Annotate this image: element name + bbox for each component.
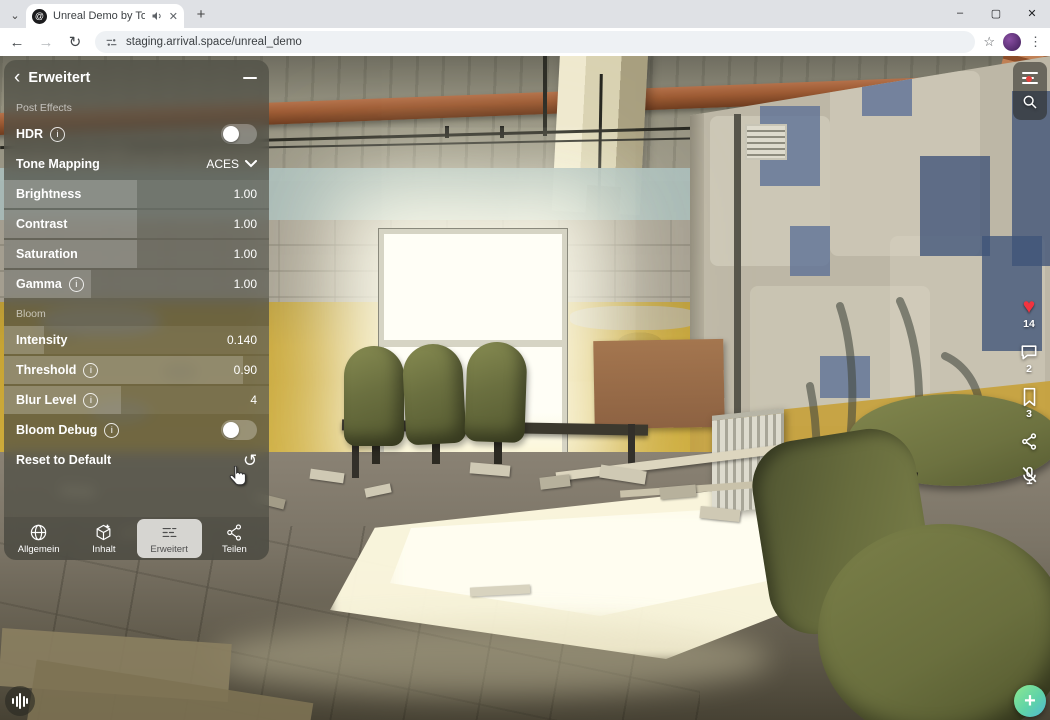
scene-sunlight-spill	[210, 621, 770, 696]
globe-icon	[29, 523, 48, 542]
section-post-effects: Post Effects	[16, 102, 72, 114]
social-rail: ♥ 14 2 3	[1016, 296, 1042, 486]
tone-mapping-select[interactable]: ACES	[206, 157, 257, 171]
share-button[interactable]	[1020, 432, 1039, 451]
row-hdr: HDR i	[4, 120, 269, 148]
tab-search-button[interactable]: ⌄	[6, 6, 24, 24]
panel-tab-bar: Allgemein Inhalt Erweitert Teilen	[4, 517, 269, 560]
scene-hanging-wire	[543, 56, 547, 136]
likes-count: 14	[1023, 318, 1035, 330]
tab-erweitert[interactable]: Erweitert	[136, 519, 202, 558]
window-minimize-button[interactable]: –	[942, 0, 978, 26]
browser-tab-strip: ⌄ @ Unreal Demo by Tom ✕ + – ▢ ✕	[0, 0, 1050, 28]
site-settings-icon[interactable]	[105, 36, 118, 49]
site-favicon: @	[32, 8, 47, 24]
scene-cable-clamp	[500, 126, 504, 138]
bookmarks-count: 3	[1026, 408, 1032, 420]
reload-button[interactable]: ↻	[63, 30, 87, 54]
row-tone-mapping: Tone Mapping ACES	[4, 150, 269, 178]
url-text: staging.arrival.space/unreal_demo	[126, 36, 302, 48]
saturation-slider[interactable]: Saturation 1.00	[4, 240, 269, 268]
comments-button[interactable]	[1019, 342, 1039, 362]
panel-title: Erweitert	[28, 70, 91, 86]
tab-allgemein[interactable]: Allgemein	[6, 519, 71, 558]
heart-icon[interactable]: ♥	[1023, 296, 1035, 317]
share-icon	[225, 523, 244, 542]
bookmark-star-icon[interactable]: ☆	[983, 34, 995, 50]
bookmarks-button[interactable]	[1021, 387, 1038, 407]
tab-teilen[interactable]: Teilen	[202, 519, 267, 558]
share-icon	[1021, 433, 1036, 450]
new-tab-button[interactable]: +	[190, 3, 212, 25]
scene-chair	[344, 346, 404, 446]
add-button[interactable]: +	[1014, 685, 1046, 717]
comments-count: 2	[1026, 363, 1032, 375]
panel-back-icon[interactable]: ‹	[14, 68, 20, 87]
bookmark-icon	[1023, 387, 1035, 407]
info-icon[interactable]: i	[50, 126, 66, 142]
tab-audio-icon[interactable]	[151, 10, 163, 22]
browser-menu-icon[interactable]: ⋮	[1029, 34, 1042, 50]
scene-chair	[401, 342, 467, 446]
mouse-cursor	[229, 466, 246, 486]
hdr-toggle[interactable]	[221, 124, 257, 144]
profile-avatar[interactable]	[1003, 33, 1021, 51]
comment-icon	[1021, 345, 1037, 360]
scene-wall-patch	[570, 306, 700, 330]
microphone-button[interactable]	[1020, 465, 1039, 486]
notification-dot	[1026, 76, 1032, 82]
window-maximize-button[interactable]: ▢	[978, 0, 1014, 26]
bloom-debug-toggle[interactable]	[221, 420, 257, 440]
info-icon[interactable]: i	[68, 276, 84, 292]
chevron-down-icon	[245, 160, 257, 168]
viewer-menu-box	[1013, 62, 1047, 120]
contrast-slider[interactable]: Contrast 1.00	[4, 210, 269, 238]
info-icon[interactable]: i	[104, 422, 120, 438]
scene-cable-clamp	[445, 126, 449, 138]
address-bar[interactable]: staging.arrival.space/unreal_demo	[95, 31, 976, 53]
scene-chair	[464, 340, 528, 444]
section-bloom: Bloom	[16, 308, 46, 320]
panel-collapse-icon[interactable]	[243, 76, 257, 80]
sliders-icon	[160, 523, 179, 542]
tab-inhalt[interactable]: Inhalt	[71, 519, 136, 558]
tab-close-icon[interactable]: ✕	[169, 10, 178, 23]
browser-toolbar: ← → ↻ staging.arrival.space/unreal_demo …	[0, 28, 1050, 56]
info-icon[interactable]: i	[83, 362, 99, 378]
browser-tab[interactable]: @ Unreal Demo by Tom ✕	[26, 4, 184, 28]
mic-off-icon	[1022, 466, 1036, 485]
search-icon	[1023, 95, 1037, 109]
cube-plus-icon	[94, 523, 113, 542]
audio-visualizer-button[interactable]	[5, 686, 35, 716]
row-bloom-debug: Bloom Debug i	[4, 416, 269, 444]
gamma-slider[interactable]: Gamma i 1.00	[4, 270, 269, 298]
brightness-slider[interactable]: Brightness 1.00	[4, 180, 269, 208]
threshold-slider[interactable]: Threshold i 0.90	[4, 356, 269, 384]
window-close-button[interactable]: ✕	[1014, 0, 1050, 26]
search-button[interactable]	[1022, 94, 1038, 110]
menu-button[interactable]	[1022, 72, 1038, 84]
scene-leaning-board	[593, 338, 725, 430]
back-button[interactable]: ←	[5, 30, 29, 54]
info-icon[interactable]: i	[83, 392, 99, 408]
intensity-slider[interactable]: Intensity 0.140	[4, 326, 269, 354]
tab-title: Unreal Demo by Tom	[53, 10, 145, 22]
blur-level-slider[interactable]: Blur Level i 4	[4, 386, 269, 414]
forward-button[interactable]: →	[34, 30, 58, 54]
